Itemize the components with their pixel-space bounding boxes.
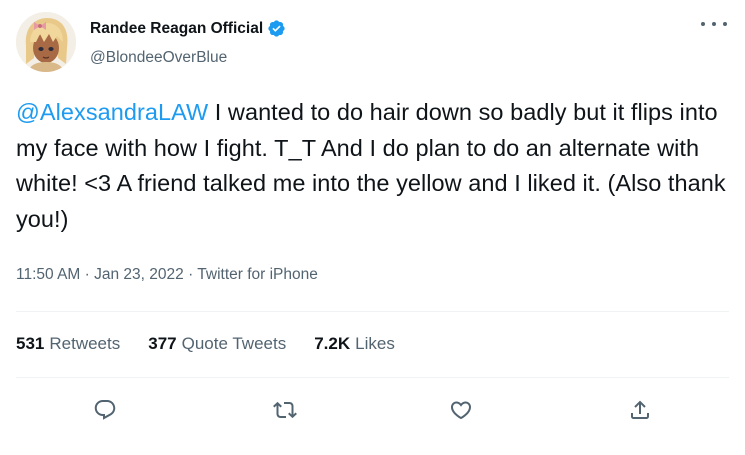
action-bar (0, 393, 745, 427)
retweets-count: 531 (16, 334, 45, 353)
heart-icon (450, 401, 472, 420)
avatar[interactable] (16, 12, 76, 72)
quote-tweets-stat[interactable]: 377 Quote Tweets (148, 334, 286, 354)
reply-button[interactable] (88, 393, 122, 427)
more-options-icon[interactable] (701, 14, 727, 34)
quote-tweets-count: 377 (148, 334, 177, 353)
tweet-card: Randee Reagan Official @BlondeeOverBlue … (0, 0, 745, 455)
author-handle[interactable]: @BlondeeOverBlue (90, 49, 227, 67)
avatar-illustration-icon (16, 12, 76, 72)
likes-stat[interactable]: 7.2K Likes (314, 334, 395, 354)
mention-link[interactable]: @AlexsandraLAW (16, 99, 208, 125)
tweet-source[interactable]: Twitter for iPhone (197, 266, 318, 283)
author-display-name[interactable]: Randee Reagan Official (90, 20, 263, 38)
tweet-date[interactable]: Jan 23, 2022 (94, 266, 184, 283)
share-button[interactable] (623, 393, 657, 427)
tweet-text: @AlexsandraLAW I wanted to do hair down … (16, 95, 732, 237)
meta-separator: · (80, 266, 95, 283)
meta-separator: · (183, 266, 198, 283)
divider (16, 311, 729, 312)
engagement-stats: 531 Retweets 377 Quote Tweets 7.2K Likes (16, 334, 395, 354)
retweet-button[interactable] (268, 393, 302, 427)
verified-badge-icon (267, 19, 286, 38)
retweets-label: Retweets (49, 334, 121, 353)
author-name-row: Randee Reagan Official (90, 19, 286, 38)
retweet-icon (273, 401, 297, 419)
tweet-metadata: 11:50 AM · Jan 23, 2022 · Twitter for iP… (16, 266, 318, 284)
retweets-stat[interactable]: 531 Retweets (16, 334, 120, 354)
tweet-time[interactable]: 11:50 AM (16, 266, 80, 283)
likes-label: Likes (355, 334, 395, 353)
quote-tweets-label: Quote Tweets (181, 334, 287, 353)
like-button[interactable] (444, 393, 478, 427)
likes-count: 7.2K (314, 334, 351, 353)
share-icon (631, 400, 649, 419)
reply-icon (94, 400, 116, 420)
divider (16, 377, 729, 378)
